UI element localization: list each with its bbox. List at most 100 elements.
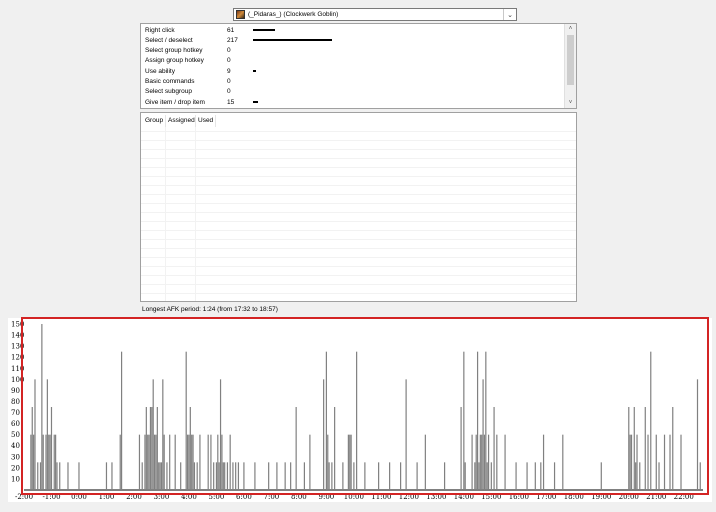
chevron-down-icon[interactable]: ⌄ (503, 9, 516, 20)
chart-bar (56, 462, 58, 490)
chart-bar (119, 434, 121, 490)
x-tick-label: 14:00 (454, 493, 474, 501)
column-header-used[interactable]: Used (198, 117, 213, 124)
chart-bar (482, 379, 484, 490)
chart-bar (145, 407, 147, 490)
chart-bar (600, 462, 602, 490)
y-tick-label: 40 (11, 442, 20, 450)
table-gridline (141, 221, 576, 222)
chart-bar (163, 434, 165, 490)
x-tick-label: 4:00 (181, 493, 197, 501)
column-divider[interactable] (165, 115, 166, 127)
groups-table[interactable]: Group Assigned Used (140, 112, 577, 302)
chart-bar (48, 434, 50, 490)
chart-bar (141, 462, 143, 490)
x-tick-label: 0:00 (71, 493, 87, 501)
table-gridline (141, 185, 576, 186)
action-count: 15 (227, 98, 235, 106)
chart-bar (191, 434, 193, 490)
chart-bar (534, 462, 536, 490)
chart-bar (235, 462, 237, 490)
chart-bar (50, 407, 53, 490)
hero-portrait-icon (236, 10, 245, 19)
chart-bar (53, 434, 55, 490)
x-tick-label: 16:00 (509, 493, 529, 501)
player-select[interactable]: (_Pidaras_) (Clockwerk Goblin) ⌄ (233, 8, 517, 21)
column-header-group[interactable]: Group (145, 117, 163, 124)
chart-bar (229, 434, 231, 490)
chart-bar (405, 379, 407, 490)
table-gridline (141, 140, 576, 141)
x-tick-label: -1:00 (42, 493, 60, 501)
scroll-up-icon[interactable]: ˄ (565, 24, 576, 34)
chart-bar (487, 434, 490, 490)
x-tick-label: 1:00 (99, 493, 115, 501)
chart-bar (67, 462, 69, 490)
column-divider[interactable] (195, 115, 196, 127)
chart-bar (199, 434, 201, 490)
actions-list[interactable]: Right click 61 Select / deselect 217 Sel… (140, 23, 577, 109)
chart-bar (189, 407, 191, 490)
table-gridline (141, 266, 576, 267)
chart-bar (207, 434, 209, 490)
chart-bar (400, 462, 402, 490)
chart-bar (481, 434, 483, 490)
chart-bar (169, 434, 171, 490)
scroll-down-icon[interactable]: ˅ (565, 98, 576, 108)
chart-bar (222, 462, 224, 490)
chart-bar (147, 434, 149, 490)
table-gridline (141, 176, 576, 177)
chart-bar (475, 434, 477, 490)
x-tick-label: 18:00 (564, 493, 584, 501)
chart-bar (155, 434, 157, 490)
action-row: Right click 61 (141, 25, 561, 35)
chart-bar (628, 407, 630, 490)
chart-bar (496, 434, 498, 490)
x-tick-label: 6:00 (236, 493, 252, 501)
x-tick-label: 10:00 (344, 493, 364, 501)
x-tick-label: 8:00 (291, 493, 307, 501)
chart-bar (663, 434, 666, 490)
action-bar (253, 29, 276, 31)
table-gridline (141, 257, 576, 258)
column-header-assigned[interactable]: Assigned (168, 117, 195, 124)
chart-bar (526, 462, 528, 490)
y-tick-label: 30 (11, 453, 20, 461)
action-count: 0 (227, 46, 231, 54)
chart-bar (630, 434, 633, 490)
afk-status: Longest AFK period: 1:24 (from 17:32 to … (142, 306, 278, 313)
chart-bar (144, 434, 146, 490)
x-tick-label: 12:00 (399, 493, 419, 501)
chart-bar (633, 407, 635, 490)
y-tick-label: 110 (11, 365, 24, 373)
action-count: 217 (227, 36, 238, 44)
action-bar (253, 101, 259, 103)
column-divider[interactable] (215, 115, 216, 127)
chart-bar (328, 462, 330, 490)
table-gridline (141, 194, 576, 195)
chart-bar (186, 434, 189, 490)
x-tick-label: 19:00 (591, 493, 611, 501)
chart-bar (655, 434, 657, 490)
chart-bar (378, 462, 380, 490)
chart-bar (309, 434, 311, 490)
x-tick-label: 21:00 (646, 493, 666, 501)
chart-bar (111, 462, 113, 490)
chart-bar (342, 462, 344, 490)
actions-scrollbar[interactable]: ˄ ˅ (564, 24, 576, 108)
chart-bar (180, 462, 182, 490)
chart-bar (349, 434, 351, 490)
chart-bar (160, 462, 163, 490)
scroll-thumb[interactable] (567, 35, 574, 85)
chart-bar (356, 351, 358, 490)
chart-bar (59, 462, 61, 490)
chart-bar (350, 434, 352, 490)
chart-bar (152, 379, 154, 490)
y-tick-label: 140 (11, 332, 24, 340)
chart-bar (276, 462, 278, 490)
table-gridline (141, 239, 576, 240)
chart-bar (474, 462, 476, 490)
chart-bar (639, 462, 641, 490)
y-tick-label: 100 (11, 376, 24, 384)
chart-bar (213, 462, 215, 490)
